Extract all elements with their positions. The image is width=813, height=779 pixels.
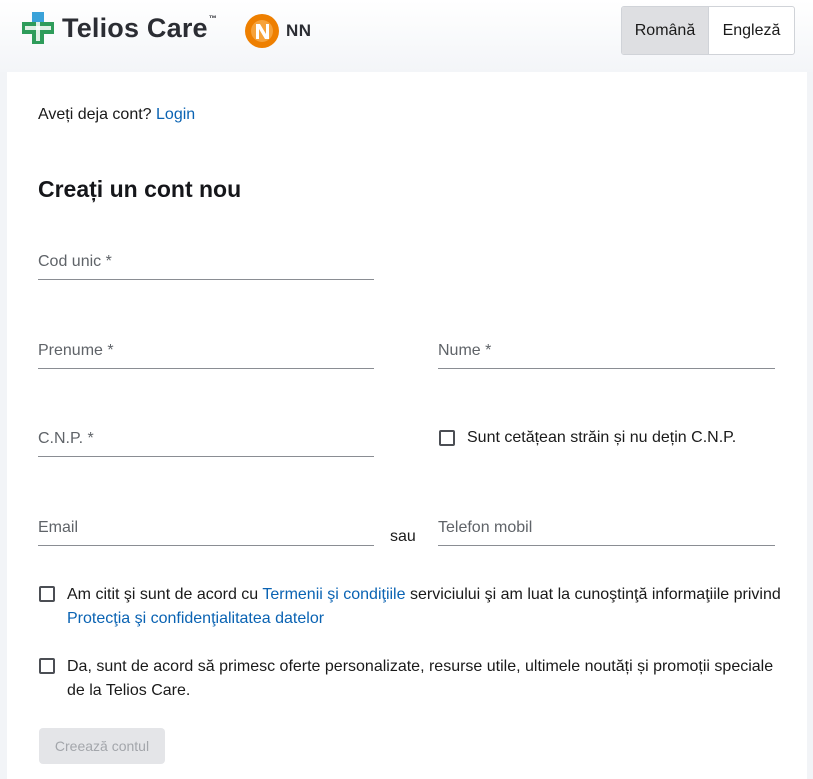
marketing-label[interactable]: Da, sunt de acord să primesc oferte pers… bbox=[67, 655, 784, 703]
or-separator: sau bbox=[390, 528, 416, 545]
login-link[interactable]: Login bbox=[156, 106, 195, 123]
cod-unic-input[interactable] bbox=[38, 244, 374, 279]
language-romana-button[interactable]: Română bbox=[622, 7, 708, 54]
terms-text-part-1: Am citit şi sunt de acord cu bbox=[67, 586, 263, 603]
cnp-input[interactable] bbox=[38, 421, 374, 456]
terms-conditions-link[interactable]: Termenii şi condiţiile bbox=[262, 586, 405, 603]
prenume-field bbox=[38, 333, 374, 369]
cod-unic-field bbox=[38, 244, 374, 280]
brand-name: Telios Care bbox=[62, 12, 208, 43]
terms-row: Am citit şi sunt de acord cu Termenii şi… bbox=[39, 583, 784, 631]
partner-name: NN bbox=[286, 21, 312, 40]
privacy-policy-link[interactable]: Protecţia şi confidenţialitatea datelor bbox=[67, 610, 324, 627]
email-field bbox=[38, 510, 374, 546]
foreign-citizen-checkbox[interactable] bbox=[439, 430, 455, 446]
email-input[interactable] bbox=[38, 510, 374, 545]
nume-input[interactable] bbox=[438, 333, 775, 368]
login-prompt-line: Aveți deja cont? Login bbox=[38, 106, 195, 124]
language-engleza-button[interactable]: Engleză bbox=[708, 7, 794, 54]
login-prompt-text: Aveți deja cont? bbox=[38, 106, 152, 123]
page-title: Creați un cont nou bbox=[38, 176, 242, 202]
marketing-checkbox[interactable] bbox=[39, 658, 55, 674]
create-account-button[interactable]: Creează contul bbox=[39, 728, 165, 764]
telios-cross-icon bbox=[22, 12, 54, 44]
terms-text-part-2: serviciului şi am luat la cunoştinţă inf… bbox=[405, 586, 781, 603]
language-switcher: Română Engleză bbox=[621, 6, 795, 55]
prenume-input[interactable] bbox=[38, 333, 374, 368]
phone-field bbox=[438, 510, 775, 546]
marketing-row: Da, sunt de acord să primesc oferte pers… bbox=[39, 655, 784, 703]
nn-lion-icon bbox=[245, 14, 279, 48]
foreign-citizen-row: Sunt cetățean străin și nu dețin C.N.P. bbox=[439, 427, 779, 449]
terms-label: Am citit şi sunt de acord cu Termenii şi… bbox=[67, 583, 784, 631]
foreign-citizen-label[interactable]: Sunt cetățean străin și nu dețin C.N.P. bbox=[467, 427, 736, 449]
nn-logo: NN bbox=[244, 13, 312, 49]
nume-field bbox=[438, 333, 775, 369]
phone-input[interactable] bbox=[438, 510, 775, 545]
terms-checkbox[interactable] bbox=[39, 586, 55, 602]
signup-card: Aveți deja cont? Login Creați un cont no… bbox=[7, 72, 807, 779]
cnp-field bbox=[38, 421, 374, 457]
brand-trademark: ™ bbox=[208, 13, 217, 23]
telios-care-logo[interactable]: Telios Care ™ bbox=[22, 12, 217, 44]
header: Telios Care ™ NN Română Engleză bbox=[0, 0, 813, 72]
